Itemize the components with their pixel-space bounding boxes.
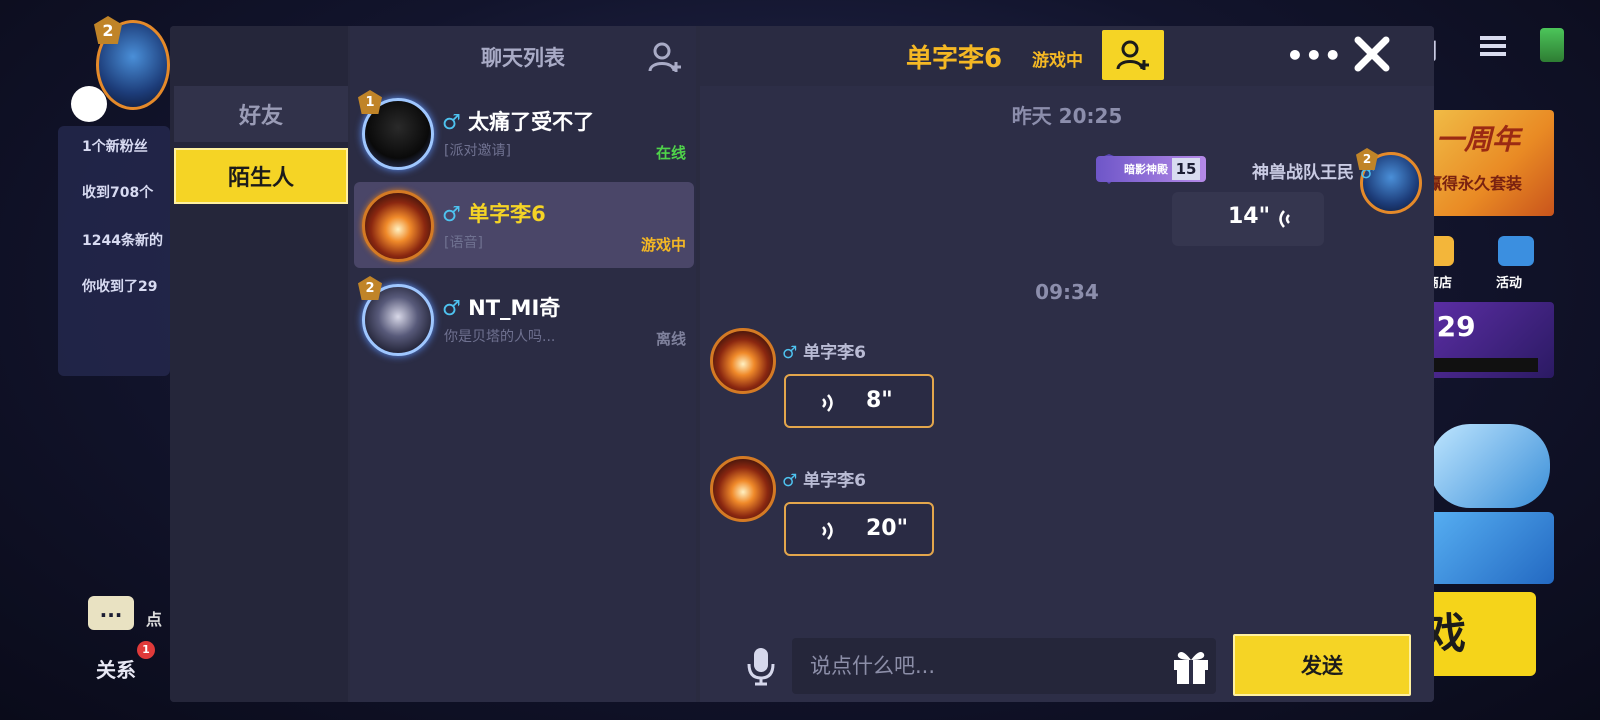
chat-header: 单字李6 游戏中 ••• [700,26,1434,86]
my-name-row: 神兽战队王民 ♂ [1252,158,1375,183]
fish-mode-card[interactable] [1430,424,1550,508]
my-name: 神兽战队王民 [1252,163,1354,183]
voice-message[interactable]: 20" [784,502,934,556]
activity-icon[interactable] [1498,236,1534,266]
anniversary-banner[interactable]: 一周年 赢得永久套装 [1418,110,1554,216]
voice-duration: 14" [1228,204,1271,229]
chat-list-column: 聊天列表 1 ♂ 太痛了受不了 [派对邀请] 在线 ♂ 单字李6 [语音] 游戏… [350,26,696,702]
conversation-item[interactable]: 2 ♂ NT_MI奇 你是贝塔的人吗... 离线 [354,276,694,362]
male-icon: ♂ [442,202,461,226]
voice-wave-icon [1279,210,1290,228]
conversation-status: 离线 [655,330,686,348]
notification-item[interactable]: 1个新粉丝 [82,136,168,156]
play-button[interactable]: 戏 [1418,592,1536,676]
conversation-preview: [派对邀请] [444,143,511,159]
message-input[interactable] [792,638,1216,694]
message-timestamp: 09:34 [1035,280,1099,304]
male-icon: ♂ [442,296,461,320]
conversation-item[interactable]: ♂ 单字李6 [语音] 游戏中 [354,182,694,268]
category-column: 好友 陌生人 [170,26,348,702]
clan-level: 15 [1172,158,1200,180]
add-friend-button[interactable] [1102,30,1164,80]
floating-assist-dot[interactable] [71,86,107,122]
conversation-name-row: ♂ 单字李6 [442,198,546,228]
chat-partner-status: 游戏中 [1032,51,1083,71]
notification-item[interactable]: 收到708个 [82,182,168,202]
event-progress-bar [1418,358,1538,372]
activity-label: 活动 [1496,276,1523,291]
add-friend-icon[interactable] [648,40,682,74]
conversation-preview: [语音] [444,235,483,251]
voice-wave-icon [822,522,833,540]
input-bar: 发送 [700,630,1434,702]
message-timestamp: 昨天 20:25 [1011,104,1123,128]
conversation-name: 单字李6 [468,202,546,226]
banner-title: 一周年 [1436,123,1521,156]
conversation-status: 游戏中 [640,236,686,254]
sender-avatar[interactable] [710,328,776,394]
voice-message[interactable]: 8" [784,374,934,428]
more-icon[interactable]: ••• [1286,42,1343,70]
tab-friends[interactable]: 好友 [174,86,348,142]
sender-name: 单字李6 [803,471,867,491]
background-left-panel: 2 1个新粉丝 收到708个 1244条新的 你收到了29 ... 点 关系 1 [0,0,170,720]
microphone-icon[interactable] [746,646,776,686]
notification-item[interactable]: 1244条新的 [82,230,168,250]
voice-duration: 8" [866,388,893,413]
close-icon[interactable] [1352,34,1392,74]
conversation-item[interactable]: 1 ♂ 太痛了受不了 [派对邀请] 在线 [354,90,694,176]
gift-icon[interactable] [1170,646,1212,686]
conversation-name-row: ♂ NT_MI奇 [442,292,560,322]
male-icon: ♂ [782,343,798,363]
voice-wave-icon [822,394,833,412]
male-icon: ♂ [782,471,798,491]
notification-panel [58,126,170,376]
my-voice-message[interactable]: 14" [1172,192,1324,246]
relation-button[interactable]: 关系 [96,654,136,683]
sender-name-row: ♂ 单字李6 [782,338,866,363]
relation-badge: 1 [137,641,155,659]
conversation-name: 太痛了受不了 [468,110,595,134]
player-level-badge: 2 [94,16,122,44]
male-icon: ♂ [442,110,461,134]
conversation-name-row: ♂ 太痛了受不了 [442,106,594,136]
chat-window: 单字李6 游戏中 ••• 昨天 20:25 09:34 ♂ 单字李6 8" ♂ … [700,26,1434,702]
add-user-icon [1116,40,1149,70]
fish-mode-card-2[interactable] [1418,512,1554,584]
chat-shortcut-label: 点 [146,610,163,629]
chat-list-title: 聊天列表 [481,46,565,70]
signal-icon [1540,28,1564,62]
avatar [362,190,434,262]
send-button[interactable]: 发送 [1233,634,1411,696]
menu-icon[interactable] [1480,36,1506,56]
level-badge: 2 [358,276,382,300]
conversation-preview: 你是贝塔的人吗... [444,329,556,345]
sender-avatar[interactable] [710,456,776,522]
notification-item[interactable]: 你收到了29 [82,276,168,296]
event-banner[interactable]: .29 [1418,302,1554,378]
chat-partner-name: 单字李6 [906,44,1003,74]
conversation-status: 在线 [655,144,686,162]
sender-name: 单字李6 [803,343,867,363]
voice-duration: 20" [866,516,909,541]
sender-name-row: ♂ 单字李6 [782,466,866,491]
banner-subtitle: 赢得永久套装 [1426,174,1523,193]
conversation-name: NT_MI奇 [468,296,561,320]
level-badge: 1 [358,90,382,114]
chat-bubble-icon[interactable]: ... [88,596,134,630]
chat-dialog: 好友 陌生人 聊天列表 1 ♂ 太痛了受不了 [派对邀请] 在线 ♂ 单字李6 [170,26,1434,702]
tab-strangers[interactable]: 陌生人 [174,148,348,204]
